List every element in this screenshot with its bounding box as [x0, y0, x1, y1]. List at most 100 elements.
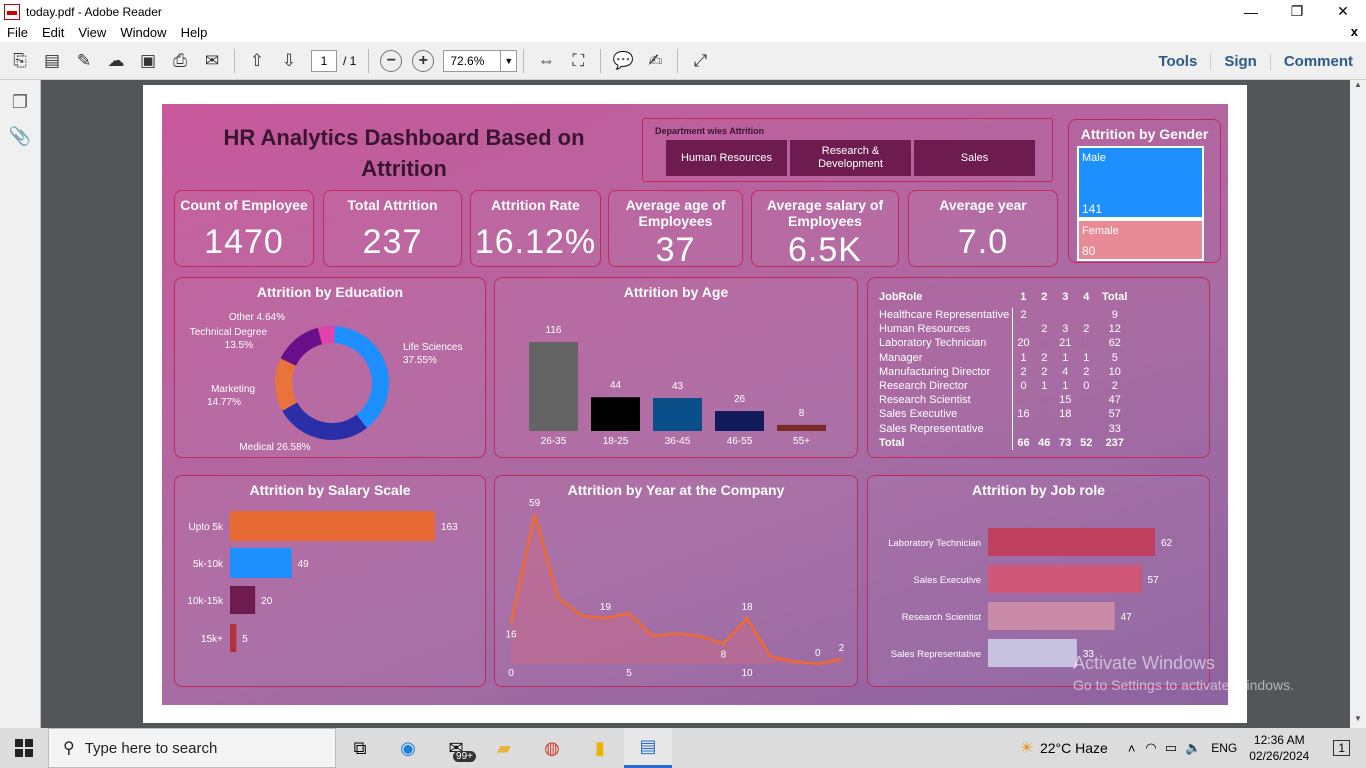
- export-pdf-icon[interactable]: ▤: [38, 47, 66, 75]
- gender-female-tile[interactable]: Female 80: [1077, 219, 1204, 261]
- education-slice[interactable]: [282, 402, 367, 440]
- jobrole-bar[interactable]: [988, 639, 1077, 667]
- zoom-out-icon[interactable]: −: [380, 49, 403, 72]
- clock-time: 12:36 AM: [1253, 733, 1305, 747]
- matrix-header-jobrole[interactable]: JobRole: [876, 286, 1013, 308]
- battery-icon[interactable]: ▭: [1165, 740, 1177, 756]
- menu-edit[interactable]: Edit: [42, 25, 64, 40]
- attachments-paperclip-icon[interactable]: 📎: [8, 124, 32, 148]
- taskbar-search-box[interactable]: ⚲ Type here to search: [48, 728, 336, 768]
- comment-bubble-icon[interactable]: 💬: [609, 47, 637, 75]
- clock[interactable]: 12:36 AM 02/26/2024: [1249, 732, 1309, 764]
- year-chart-card: Attrition by Year at the Company 16 59 19 8…: [494, 475, 858, 687]
- education-slice[interactable]: [275, 358, 298, 411]
- upload-cloud-icon[interactable]: ☁: [102, 47, 130, 75]
- save-icon[interactable]: ▣: [134, 47, 162, 75]
- matrix-cell: 8: [1041, 337, 1048, 350]
- matrix-header-cell[interactable]: 1: [1013, 286, 1034, 308]
- age-bar[interactable]: [529, 342, 578, 431]
- year-x-tick: 0: [508, 668, 514, 679]
- chevron-up-icon[interactable]: ˄: [1128, 741, 1136, 756]
- kpi-total-attrition: Total Attrition 237: [323, 190, 462, 267]
- weather-icon[interactable]: ☀: [1020, 738, 1034, 758]
- volume-icon[interactable]: 🔈: [1185, 740, 1201, 756]
- fit-page-icon[interactable]: ⛶: [564, 47, 592, 75]
- language-indicator[interactable]: ENG: [1211, 741, 1237, 755]
- page-thumbnails-icon[interactable]: ❐: [8, 90, 32, 114]
- matrix-total-cell: 237: [1105, 436, 1124, 449]
- dept-sales-button[interactable]: Sales: [914, 140, 1035, 176]
- matrix-cell: 4: [1062, 365, 1069, 378]
- highlight-icon[interactable]: ✍: [641, 47, 669, 75]
- salary-bar[interactable]: [230, 511, 435, 541]
- fit-width-icon[interactable]: ⇔: [532, 47, 560, 75]
- chrome-icon[interactable]: ◍: [528, 728, 576, 768]
- kpi-value: 1470: [204, 223, 284, 261]
- salary-bar[interactable]: [230, 586, 256, 614]
- maximize-button[interactable]: ❐: [1274, 0, 1320, 23]
- edge-browser-icon[interactable]: ◉: [384, 728, 432, 768]
- fullscreen-icon[interactable]: ⤢: [686, 47, 714, 75]
- education-slice[interactable]: [280, 327, 323, 366]
- menu-view[interactable]: View: [78, 25, 106, 40]
- scroll-up-icon[interactable]: ▲: [1350, 80, 1366, 94]
- matrix-cell: 12: [1108, 323, 1121, 336]
- windows-start-icon[interactable]: [0, 728, 48, 768]
- jobrole-bar[interactable]: [988, 528, 1155, 556]
- power-bi-icon[interactable]: ▮: [576, 728, 624, 768]
- document-close-button[interactable]: x: [1351, 24, 1358, 39]
- matrix-header-cell[interactable]: 3: [1055, 286, 1076, 308]
- education-slice-label: Other 4.64%: [229, 312, 285, 323]
- zoom-input[interactable]: 72.6%: [443, 49, 502, 72]
- file-explorer-icon[interactable]: ▰: [480, 728, 528, 768]
- next-page-icon[interactable]: ⇩: [275, 47, 303, 75]
- year-data-label: 59: [529, 498, 541, 509]
- zoom-in-icon[interactable]: +: [412, 49, 435, 72]
- task-view-icon[interactable]: ⧉: [336, 728, 384, 768]
- scroll-down-icon[interactable]: ▼: [1350, 714, 1366, 728]
- menu-file[interactable]: File: [7, 25, 28, 40]
- jobrole-bar[interactable]: [988, 602, 1115, 630]
- vertical-scrollbar[interactable]: ▲ ▼: [1350, 80, 1366, 728]
- close-button[interactable]: ✕: [1320, 0, 1366, 23]
- age-bar[interactable]: [653, 398, 702, 431]
- weather-text[interactable]: 22°C Haze: [1040, 740, 1108, 756]
- year-area-chart: 16 59 19 8 18 0 2 0 5 10: [505, 498, 844, 679]
- network-icon[interactable]: ◠: [1145, 740, 1156, 756]
- salary-bar[interactable]: [230, 548, 292, 578]
- salary-bar[interactable]: [230, 624, 237, 652]
- age-bar[interactable]: [715, 411, 764, 431]
- chevron-down-icon[interactable]: ▼: [501, 49, 518, 72]
- edit-pdf-icon[interactable]: ✎: [70, 47, 98, 75]
- age-bar[interactable]: [777, 424, 826, 431]
- minimize-button[interactable]: —: [1228, 0, 1274, 23]
- mail-icon[interactable]: ✉ 99+: [432, 728, 480, 768]
- create-pdf-icon[interactable]: ⎘: [6, 47, 34, 75]
- dept-research-development-button[interactable]: Research & Development: [790, 140, 911, 176]
- adobe-pdf-icon: [4, 3, 20, 20]
- previous-page-icon[interactable]: ⇧: [243, 47, 271, 75]
- tools-pane-button[interactable]: Tools: [1145, 53, 1210, 70]
- print-icon[interactable]: ⎙: [166, 47, 194, 75]
- gender-male-tile[interactable]: Male 141: [1077, 146, 1204, 219]
- gender-title: Attrition by Gender: [1080, 126, 1209, 142]
- matrix-cell: 21: [1059, 337, 1072, 350]
- dept-human-resources-button[interactable]: Human Resources: [666, 140, 787, 176]
- email-icon[interactable]: ✉: [198, 47, 226, 75]
- matrix-cell: 7: [1020, 422, 1027, 435]
- menu-help[interactable]: Help: [181, 25, 208, 40]
- matrix-cell: 2: [1041, 365, 1048, 378]
- education-donut-chart: Life Sciences 37.55% Medical 26.58% Marketi…: [190, 312, 463, 453]
- education-slice[interactable]: [333, 326, 390, 429]
- age-bar[interactable]: [591, 397, 640, 431]
- adobe-reader-taskbar-icon[interactable]: ▤: [624, 728, 672, 768]
- matrix-header-cell[interactable]: 2: [1034, 286, 1055, 308]
- comment-pane-button[interactable]: Comment: [1269, 52, 1366, 70]
- jobrole-bar[interactable]: [988, 565, 1142, 593]
- matrix-header-cell[interactable]: Total: [1097, 286, 1133, 308]
- menu-window[interactable]: Window: [120, 25, 166, 40]
- matrix-header-cell[interactable]: 4: [1076, 286, 1097, 308]
- sign-pane-button[interactable]: Sign: [1210, 52, 1270, 70]
- page-number-input[interactable]: 1: [311, 49, 337, 72]
- notification-icon[interactable]: 1: [1333, 740, 1350, 756]
